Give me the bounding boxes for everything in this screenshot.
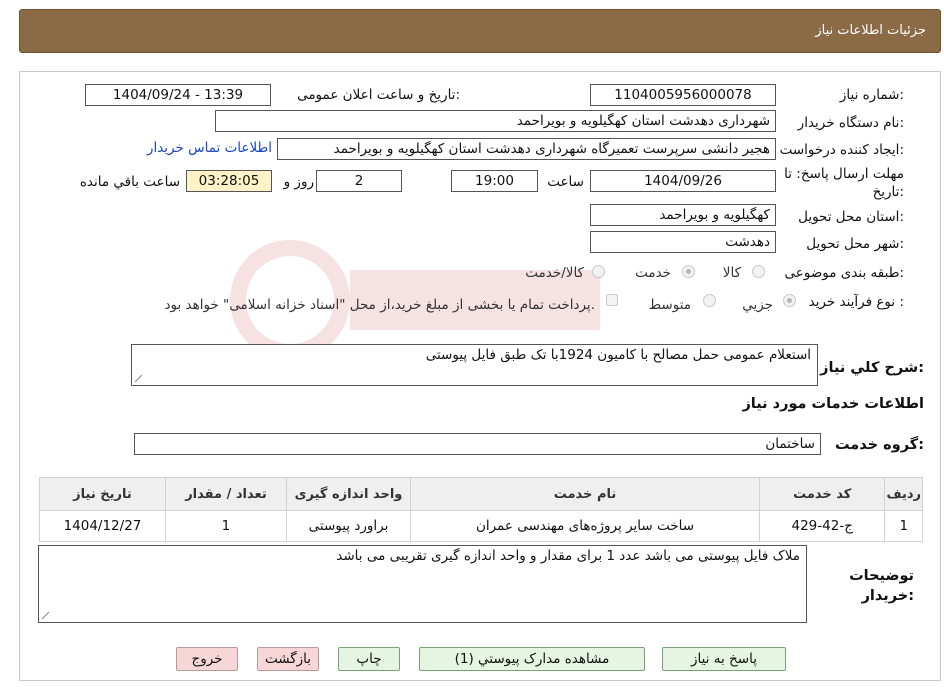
process-radio-minor[interactable]	[783, 294, 796, 307]
summary-label: شرح کلي نياز:	[820, 360, 924, 376]
reply-button[interactable]: پاسخ به نياز	[662, 647, 786, 671]
category-radio-goods[interactable]	[752, 265, 765, 278]
table-row: 1 ج-42-429 ساخت سایر پروژه‌های مهندسی عم…	[39, 510, 923, 542]
services-section-title: اطلاعات خدمات مورد نياز	[742, 396, 924, 412]
print-button[interactable]: چاپ	[338, 647, 400, 671]
cell-row-number: 1	[884, 510, 923, 542]
process-label: نوع فرآيند خريد :	[808, 294, 904, 310]
buyer-org-label: نام دستگاه خريدار:	[797, 115, 904, 131]
remaining-time-field: 03:28:05	[186, 170, 272, 192]
cell-service-name: ساخت سایر پروژه‌های مهندسی عمران	[410, 510, 760, 542]
announce-label: تاریخ و ساعت اعلان عمومی:	[297, 87, 460, 103]
cell-unit: براورد پیوستی	[285, 510, 412, 542]
col-service-name: نام خدمت	[410, 477, 760, 511]
col-quantity: تعداد / مقدار	[164, 477, 287, 511]
col-row-number: رديف	[884, 477, 923, 511]
city-field: دهدشت	[590, 231, 776, 253]
province-label: استان محل تحویل:	[798, 209, 904, 225]
buyer-contact-link[interactable]: اطلاعات تماس خريدار	[147, 140, 272, 156]
payment-note: پرداخت تمام یا بخشی از مبلغ خرید،از محل …	[164, 297, 595, 313]
notes-textarea[interactable]: ملاک فایل پیوستی می باشد عدد 1 برای مقدا…	[38, 545, 807, 623]
col-service-code: کد خدمت	[758, 477, 886, 511]
services-table: رديف کد خدمت نام خدمت واحد اندازه گيری ت…	[39, 477, 923, 542]
exit-button[interactable]: خروج	[176, 647, 238, 671]
buyer-org-field: شهرداری دهدشت استان کهگیلویه و بویراحمد	[215, 110, 776, 132]
back-button[interactable]: بازگشت	[257, 647, 319, 671]
days-field: 2	[316, 170, 402, 192]
process-radio-medium[interactable]	[703, 294, 716, 307]
resize-grip-icon[interactable]	[42, 612, 49, 619]
deadline-date-field: 1404/09/26	[590, 170, 776, 192]
cell-quantity: 1	[164, 510, 287, 542]
process-option-minor: جزيي	[742, 297, 773, 313]
category-option-goods-service: کالا/خدمت	[525, 265, 584, 281]
remaining-label: ساعت باقي مانده	[79, 174, 180, 190]
category-option-service: خدمت	[635, 265, 671, 281]
page-title: جزئیات اطلاعات نیاز	[815, 23, 926, 38]
category-radio-service[interactable]	[682, 265, 695, 278]
service-group-field: ساختمان	[134, 433, 821, 455]
category-label: طبقه بندی موضوعی:	[784, 265, 904, 281]
col-need-date: تاريخ نياز	[39, 477, 166, 511]
category-radio-goods-service[interactable]	[592, 265, 605, 278]
view-docs-button[interactable]: مشاهده مدارک پيوستي (1)	[419, 647, 645, 671]
creator-field: هجیر دانشی سرپرست تعمیرگاه شهرداری دهدشت…	[277, 138, 776, 160]
city-label: شهر محل تحویل:	[806, 236, 904, 252]
days-label: روز و	[283, 174, 314, 190]
deadline-label: مهلت ارسال پاسخ: تا تاریخ:	[784, 166, 904, 200]
need-number-field: 1104005956000078	[590, 84, 776, 106]
process-option-medium: متوسط	[648, 297, 691, 313]
summary-text: استعلام عمومی حمل مصالح با کامیون 1924با…	[425, 347, 811, 363]
service-group-label: گروه خدمت:	[834, 437, 924, 453]
deadline-time-field: 19:00	[451, 170, 538, 192]
province-field: کهگیلویه و بویراحمد	[590, 204, 776, 226]
page-header: جزئیات اطلاعات نیاز	[19, 9, 941, 53]
treasury-checkbox[interactable]	[606, 294, 618, 306]
notes-label: توضیحات خریدار:	[849, 568, 914, 604]
resize-grip-icon[interactable]	[135, 375, 142, 382]
announce-field: 1404/09/24 - 13:39	[85, 84, 271, 106]
summary-textarea[interactable]: استعلام عمومی حمل مصالح با کامیون 1924با…	[131, 344, 818, 386]
notes-text: ملاک فایل پیوستی می باشد عدد 1 برای مقدا…	[336, 548, 800, 564]
table-header-row: رديف کد خدمت نام خدمت واحد اندازه گيری ت…	[39, 477, 923, 511]
cell-service-code: ج-42-429	[758, 510, 886, 542]
deadline-hour-label: ساعت	[547, 174, 584, 190]
category-option-goods: کالا	[722, 265, 741, 281]
cell-need-date: 1404/12/27	[39, 510, 166, 542]
creator-label: ايجاد کننده درخواست:	[779, 142, 904, 158]
col-unit: واحد اندازه گيری	[285, 477, 412, 511]
need-number-label: شماره نیاز:	[839, 87, 904, 103]
